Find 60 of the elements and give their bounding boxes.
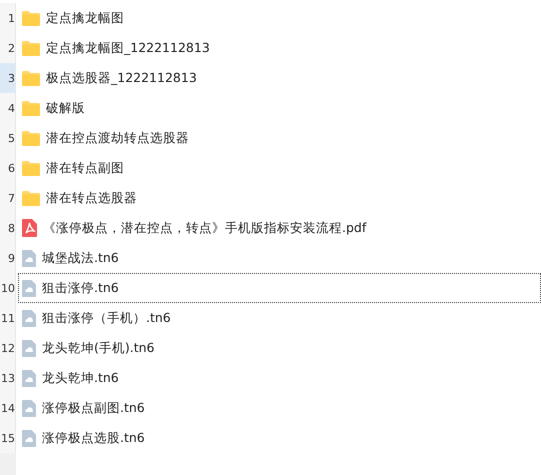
file-name: 潜在转点副图	[46, 160, 124, 176]
file-row[interactable]: 定点擒龙幅图_1222112813	[18, 33, 541, 63]
file-icon	[22, 370, 36, 386]
file-icon	[22, 340, 36, 356]
line-number: 5	[0, 123, 16, 153]
line-number: 11	[0, 303, 16, 333]
line-number: 9	[0, 243, 16, 273]
file-row[interactable]: 涨停极点副图.tn6	[18, 393, 541, 423]
folder-icon	[22, 100, 40, 116]
file-row[interactable]: 潜在转点选股器	[18, 183, 541, 213]
file-row[interactable]: 定点擒龙幅图	[18, 3, 541, 33]
line-number: 1	[0, 3, 16, 33]
file-icon	[22, 280, 36, 296]
file-name: 涨停极点选股.tn6	[42, 430, 145, 446]
file-row[interactable]: 狙击涨停（手机）.tn6	[18, 303, 541, 333]
file-name: 涨停极点副图.tn6	[42, 400, 145, 416]
file-name: 龙头乾坤(手机).tn6	[42, 340, 155, 356]
line-number: 15	[0, 423, 16, 453]
file-row[interactable]: 极点选股器_1222112813	[18, 63, 541, 93]
file-icon	[22, 310, 36, 326]
line-number: 13	[0, 363, 16, 393]
folder-icon	[22, 70, 40, 86]
folder-icon	[22, 190, 40, 206]
file-row[interactable]: 潜在转点副图	[18, 153, 541, 183]
line-number: 12	[0, 333, 16, 363]
file-name: 潜在控点渡劫转点选股器	[46, 130, 189, 146]
file-name: 潜在转点选股器	[46, 190, 137, 206]
file-row[interactable]: 涨停极点选股.tn6	[18, 423, 541, 453]
line-number: 14	[0, 393, 16, 423]
file-icon	[22, 250, 36, 266]
folder-icon	[22, 40, 40, 56]
pdf-icon	[22, 219, 37, 237]
line-number: 2	[0, 33, 16, 63]
folder-icon	[22, 130, 40, 146]
file-icon	[22, 430, 36, 446]
file-row[interactable]: 潜在控点渡劫转点选股器	[18, 123, 541, 153]
line-number: 3	[0, 63, 16, 93]
line-number: 4	[0, 93, 16, 123]
line-number: 10	[0, 273, 16, 303]
file-row[interactable]: 破解版	[18, 93, 541, 123]
file-name: 《涨停极点，潜在控点，转点》手机版指标安装流程.pdf	[43, 220, 366, 236]
file-name: 龙头乾坤.tn6	[42, 370, 119, 386]
file-row[interactable]: 《涨停极点，潜在控点，转点》手机版指标安装流程.pdf	[18, 213, 541, 243]
file-name: 城堡战法.tn6	[42, 250, 119, 266]
line-number: 7	[0, 183, 16, 213]
file-row[interactable]: 狙击涨停.tn6	[18, 273, 541, 303]
line-number: 8	[0, 213, 16, 243]
file-name: 定点擒龙幅图	[46, 10, 124, 26]
file-name: 狙击涨停.tn6	[42, 280, 119, 296]
file-name: 破解版	[46, 100, 85, 116]
file-name: 极点选股器_1222112813	[46, 70, 197, 86]
file-name: 定点擒龙幅图_1222112813	[46, 40, 210, 56]
folder-icon	[22, 10, 40, 26]
folder-icon	[22, 160, 40, 176]
file-row[interactable]: 龙头乾坤(手机).tn6	[18, 333, 541, 363]
file-name: 狙击涨停（手机）.tn6	[42, 310, 171, 326]
line-number: 6	[0, 153, 16, 183]
file-icon	[22, 400, 36, 416]
file-row[interactable]: 龙头乾坤.tn6	[18, 363, 541, 393]
file-row[interactable]: 城堡战法.tn6	[18, 243, 541, 273]
